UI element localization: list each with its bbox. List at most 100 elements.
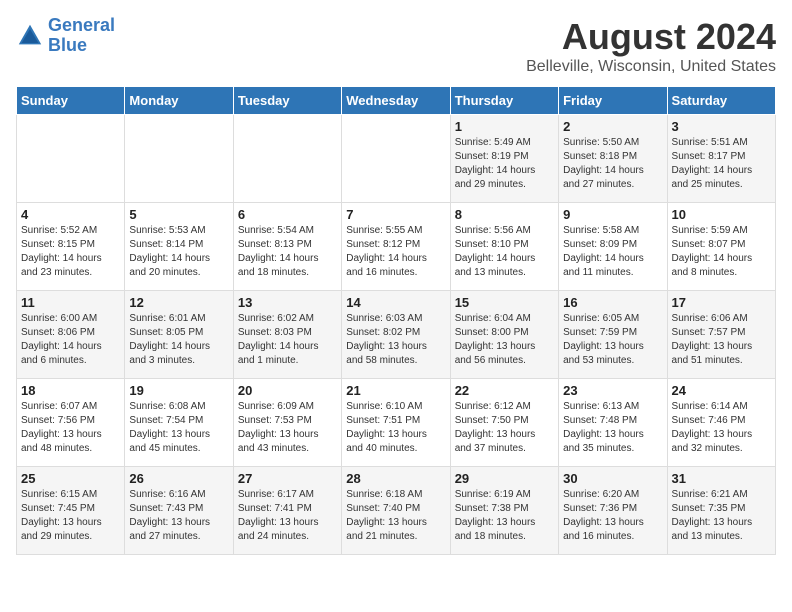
- calendar-cell: 9 Sunrise: 5:58 AM Sunset: 8:09 PM Daylig…: [559, 203, 667, 291]
- day-number: 11: [21, 295, 120, 310]
- day-number: 10: [672, 207, 771, 222]
- day-info: Sunrise: 6:15 AM Sunset: 7:45 PM Dayligh…: [21, 488, 120, 544]
- day-info: Sunrise: 6:01 AM Sunset: 8:05 PM Dayligh…: [129, 312, 228, 368]
- day-info: Sunrise: 6:03 AM Sunset: 8:02 PM Dayligh…: [346, 312, 445, 368]
- day-info: Sunrise: 6:14 AM Sunset: 7:46 PM Dayligh…: [672, 400, 771, 456]
- day-number: 21: [346, 383, 445, 398]
- calendar-cell: 6 Sunrise: 5:54 AM Sunset: 8:13 PM Daylig…: [233, 203, 341, 291]
- day-info: Sunrise: 5:58 AM Sunset: 8:09 PM Dayligh…: [563, 224, 662, 280]
- day-info: Sunrise: 5:53 AM Sunset: 8:14 PM Dayligh…: [129, 224, 228, 280]
- calendar-cell: 2Sunrise: 5:50 AM Sunset: 8:18 PM Daylig…: [559, 115, 667, 203]
- day-number: 2: [563, 119, 662, 134]
- day-number: 9: [563, 207, 662, 222]
- calendar-cell: 29 Sunrise: 6:19 AM Sunset: 7:38 PM Dayli…: [450, 467, 558, 555]
- calendar-cell: 31 Sunrise: 6:21 AM Sunset: 7:35 PM Dayli…: [667, 467, 775, 555]
- day-info: Sunrise: 6:07 AM Sunset: 7:56 PM Dayligh…: [21, 400, 120, 456]
- day-info: Sunrise: 5:56 AM Sunset: 8:10 PM Dayligh…: [455, 224, 554, 280]
- header-row: SundayMondayTuesdayWednesdayThursdayFrid…: [17, 87, 776, 115]
- day-info: Sunrise: 5:55 AM Sunset: 8:12 PM Dayligh…: [346, 224, 445, 280]
- header-cell-friday: Friday: [559, 87, 667, 115]
- calendar-cell: 17Sunrise: 6:06 AM Sunset: 7:57 PM Dayli…: [667, 291, 775, 379]
- calendar-cell: [17, 115, 125, 203]
- week-row-2: 4Sunrise: 5:52 AM Sunset: 8:15 PM Daylig…: [17, 203, 776, 291]
- header-cell-tuesday: Tuesday: [233, 87, 341, 115]
- day-number: 26: [129, 471, 228, 486]
- day-info: Sunrise: 6:18 AM Sunset: 7:40 PM Dayligh…: [346, 488, 445, 544]
- logo-line1: General: [48, 16, 115, 36]
- day-info: Sunrise: 6:19 AM Sunset: 7:38 PM Dayligh…: [455, 488, 554, 544]
- calendar-cell: 24 Sunrise: 6:14 AM Sunset: 7:46 PM Dayli…: [667, 379, 775, 467]
- calendar-cell: 13 Sunrise: 6:02 AM Sunset: 8:03 PM Dayli…: [233, 291, 341, 379]
- header-cell-sunday: Sunday: [17, 87, 125, 115]
- day-number: 18: [21, 383, 120, 398]
- day-number: 7: [346, 207, 445, 222]
- calendar-cell: [233, 115, 341, 203]
- day-number: 30: [563, 471, 662, 486]
- calendar-cell: 16Sunrise: 6:05 AM Sunset: 7:59 PM Dayli…: [559, 291, 667, 379]
- header-cell-saturday: Saturday: [667, 87, 775, 115]
- calendar-cell: 10 Sunrise: 5:59 AM Sunset: 8:07 PM Dayli…: [667, 203, 775, 291]
- calendar-cell: 22Sunrise: 6:12 AM Sunset: 7:50 PM Dayli…: [450, 379, 558, 467]
- day-info: Sunrise: 5:49 AM Sunset: 8:19 PM Dayligh…: [455, 136, 554, 192]
- day-info: Sunrise: 6:04 AM Sunset: 8:00 PM Dayligh…: [455, 312, 554, 368]
- day-number: 13: [238, 295, 337, 310]
- header-cell-wednesday: Wednesday: [342, 87, 450, 115]
- calendar-table: SundayMondayTuesdayWednesdayThursdayFrid…: [16, 86, 776, 555]
- calendar-cell: 23Sunrise: 6:13 AM Sunset: 7:48 PM Dayli…: [559, 379, 667, 467]
- day-number: 31: [672, 471, 771, 486]
- calendar-cell: 18 Sunrise: 6:07 AM Sunset: 7:56 PM Dayli…: [17, 379, 125, 467]
- day-number: 24: [672, 383, 771, 398]
- day-info: Sunrise: 6:16 AM Sunset: 7:43 PM Dayligh…: [129, 488, 228, 544]
- day-number: 17: [672, 295, 771, 310]
- calendar-cell: [342, 115, 450, 203]
- calendar-cell: 26 Sunrise: 6:16 AM Sunset: 7:43 PM Dayli…: [125, 467, 233, 555]
- day-number: 15: [455, 295, 554, 310]
- calendar-cell: 5 Sunrise: 5:53 AM Sunset: 8:14 PM Daylig…: [125, 203, 233, 291]
- calendar-cell: 25 Sunrise: 6:15 AM Sunset: 7:45 PM Dayli…: [17, 467, 125, 555]
- calendar-cell: 1Sunrise: 5:49 AM Sunset: 8:19 PM Daylig…: [450, 115, 558, 203]
- day-number: 22: [455, 383, 554, 398]
- week-row-3: 11 Sunrise: 6:00 AM Sunset: 8:06 PM Dayli…: [17, 291, 776, 379]
- day-number: 29: [455, 471, 554, 486]
- calendar-cell: 11 Sunrise: 6:00 AM Sunset: 8:06 PM Dayli…: [17, 291, 125, 379]
- calendar-cell: 3Sunrise: 5:51 AM Sunset: 8:17 PM Daylig…: [667, 115, 775, 203]
- calendar-cell: 7 Sunrise: 5:55 AM Sunset: 8:12 PM Daylig…: [342, 203, 450, 291]
- day-info: Sunrise: 5:59 AM Sunset: 8:07 PM Dayligh…: [672, 224, 771, 280]
- day-number: 20: [238, 383, 337, 398]
- day-number: 6: [238, 207, 337, 222]
- day-number: 23: [563, 383, 662, 398]
- day-info: Sunrise: 6:00 AM Sunset: 8:06 PM Dayligh…: [21, 312, 120, 368]
- day-info: Sunrise: 6:21 AM Sunset: 7:35 PM Dayligh…: [672, 488, 771, 544]
- day-number: 5: [129, 207, 228, 222]
- calendar-cell: 20Sunrise: 6:09 AM Sunset: 7:53 PM Dayli…: [233, 379, 341, 467]
- day-number: 25: [21, 471, 120, 486]
- day-number: 8: [455, 207, 554, 222]
- week-row-5: 25 Sunrise: 6:15 AM Sunset: 7:45 PM Dayli…: [17, 467, 776, 555]
- calendar-cell: 19Sunrise: 6:08 AM Sunset: 7:54 PM Dayli…: [125, 379, 233, 467]
- week-row-4: 18 Sunrise: 6:07 AM Sunset: 7:56 PM Dayli…: [17, 379, 776, 467]
- calendar-cell: 15 Sunrise: 6:04 AM Sunset: 8:00 PM Dayli…: [450, 291, 558, 379]
- logo: General Blue: [16, 16, 115, 56]
- day-number: 28: [346, 471, 445, 486]
- header-cell-monday: Monday: [125, 87, 233, 115]
- calendar-cell: 28 Sunrise: 6:18 AM Sunset: 7:40 PM Dayli…: [342, 467, 450, 555]
- day-info: Sunrise: 6:17 AM Sunset: 7:41 PM Dayligh…: [238, 488, 337, 544]
- calendar-cell: 21 Sunrise: 6:10 AM Sunset: 7:51 PM Dayli…: [342, 379, 450, 467]
- day-info: Sunrise: 6:10 AM Sunset: 7:51 PM Dayligh…: [346, 400, 445, 456]
- day-number: 4: [21, 207, 120, 222]
- logo-line2: Blue: [48, 36, 115, 56]
- logo-text: General Blue: [48, 16, 115, 56]
- calendar-cell: 27 Sunrise: 6:17 AM Sunset: 7:41 PM Dayli…: [233, 467, 341, 555]
- page-header: General Blue August 2024 Belleville, Wis…: [16, 16, 776, 76]
- day-number: 19: [129, 383, 228, 398]
- day-number: 27: [238, 471, 337, 486]
- title-block: August 2024 Belleville, Wisconsin, Unite…: [526, 16, 776, 76]
- day-number: 12: [129, 295, 228, 310]
- day-info: Sunrise: 5:54 AM Sunset: 8:13 PM Dayligh…: [238, 224, 337, 280]
- day-number: 3: [672, 119, 771, 134]
- calendar-cell: [125, 115, 233, 203]
- day-info: Sunrise: 6:05 AM Sunset: 7:59 PM Dayligh…: [563, 312, 662, 368]
- day-info: Sunrise: 6:02 AM Sunset: 8:03 PM Dayligh…: [238, 312, 337, 368]
- calendar-cell: 8 Sunrise: 5:56 AM Sunset: 8:10 PM Daylig…: [450, 203, 558, 291]
- day-number: 14: [346, 295, 445, 310]
